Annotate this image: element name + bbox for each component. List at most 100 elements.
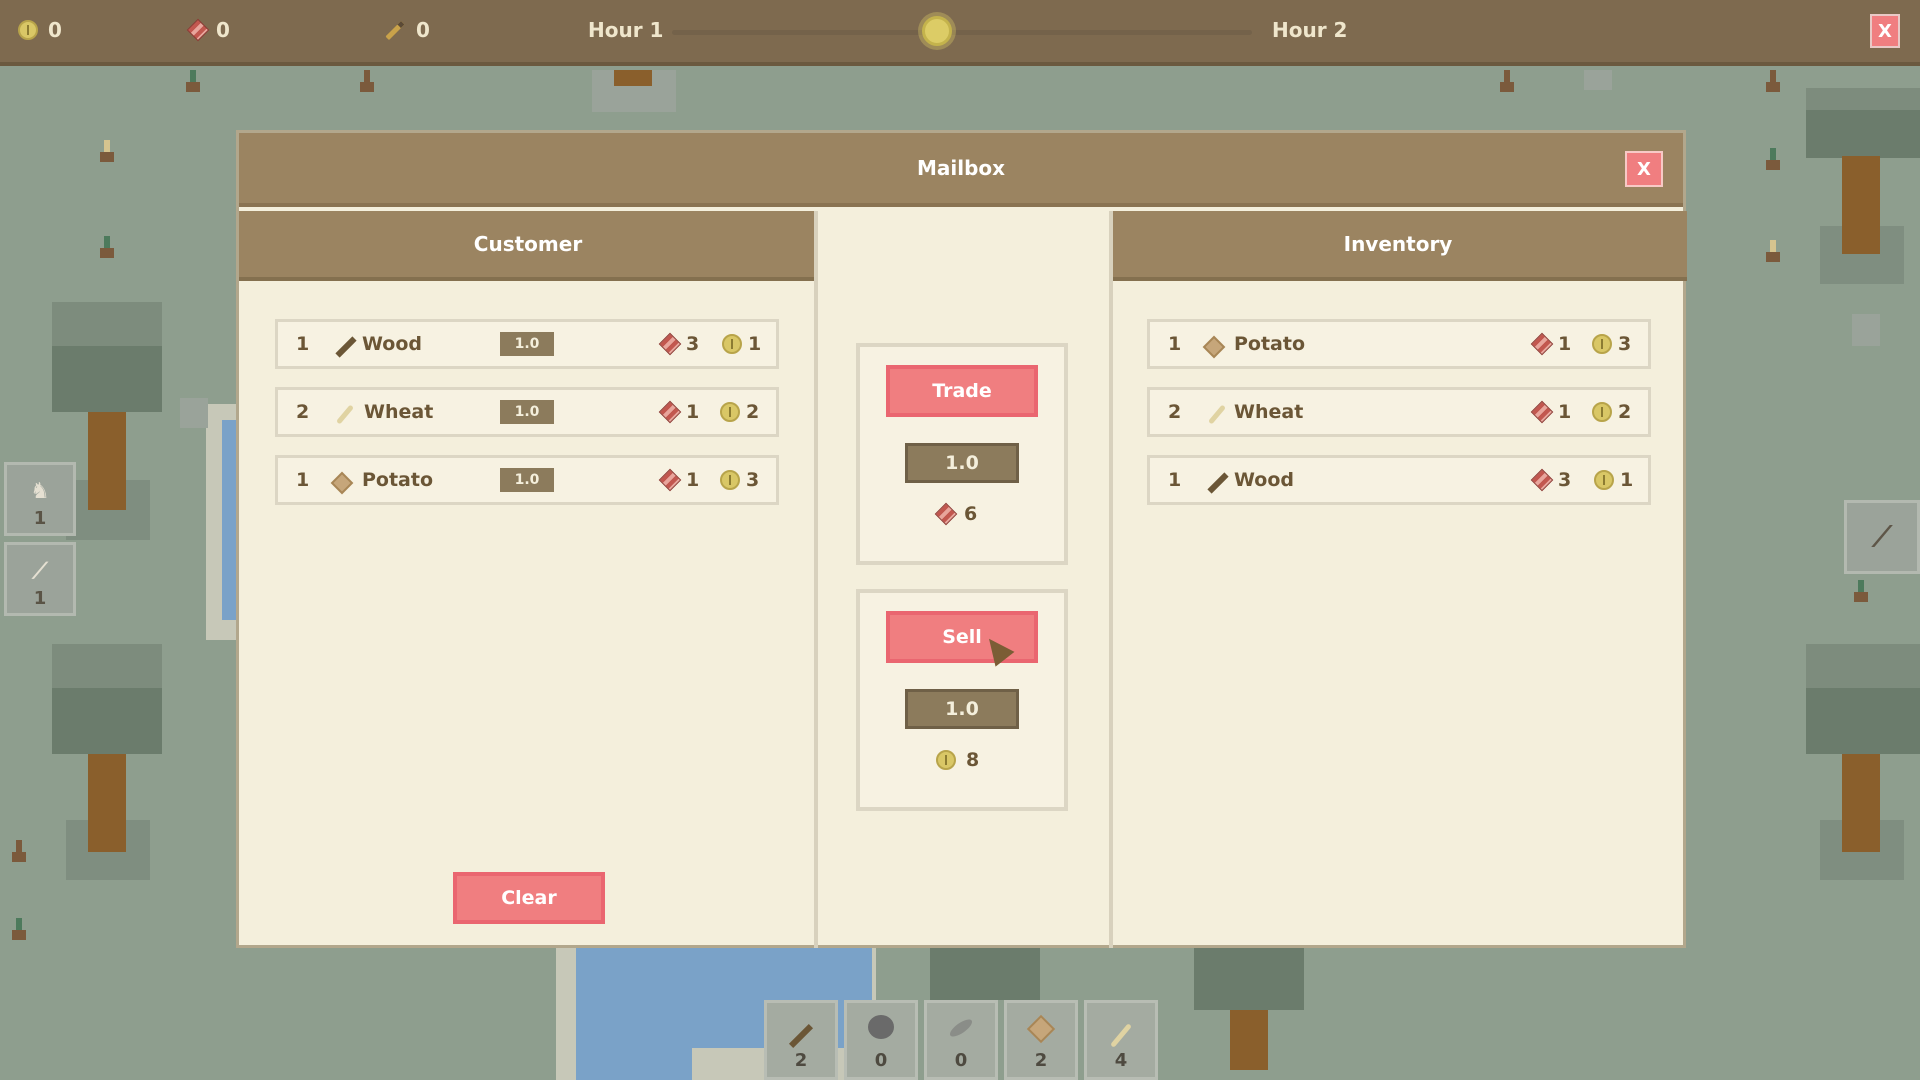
row-gem-value: 1	[1530, 400, 1572, 424]
row-gem-value: 3	[1530, 468, 1572, 492]
stone	[1584, 70, 1612, 90]
tree-crown	[1194, 948, 1304, 1010]
gem-icon	[1530, 468, 1554, 492]
side-slot-sickle[interactable]: ⟋	[1844, 500, 1920, 574]
inventory-header-label: Inventory	[1343, 232, 1453, 256]
gem-amount: 3	[686, 333, 700, 355]
mailbox-dialog: Mailbox X Customer Inventory 1 Wood 1.0 …	[236, 130, 1687, 948]
row-name: Wheat	[364, 401, 434, 423]
sell-total-coins: 8	[966, 749, 980, 771]
tool-count: 0	[416, 18, 430, 42]
pencil-icon	[385, 20, 405, 40]
row-name: Potato	[362, 469, 434, 491]
clear-label: Clear	[501, 887, 557, 909]
inventory-row-potato[interactable]: 1 Potato 1 3	[1147, 319, 1651, 369]
coin-count: 0	[48, 18, 62, 42]
gem-icon	[658, 332, 682, 356]
tool-counter: 0	[384, 18, 430, 42]
wood-icon	[335, 336, 357, 358]
hotbar-count: 0	[954, 1050, 968, 1071]
gem-counter: 0	[186, 18, 230, 42]
wheat-icon	[1110, 1023, 1132, 1048]
row-multiplier[interactable]: 1.0	[500, 400, 554, 424]
hotbar-count: 2	[1034, 1050, 1048, 1071]
inventory-row-wheat[interactable]: 2 Wheat 1 2	[1147, 387, 1651, 437]
gem-amount: 1	[686, 469, 700, 491]
gem-icon	[658, 400, 682, 424]
coin-amount: 2	[746, 401, 760, 423]
slot-count: 1	[33, 588, 47, 609]
row-qty: 1	[1168, 469, 1182, 491]
dialog-close-button[interactable]: X	[1625, 151, 1663, 187]
trade-total-gems: 6	[964, 503, 978, 525]
wheat-icon	[1208, 404, 1226, 425]
wheat-icon	[336, 404, 354, 425]
row-multiplier[interactable]: 1.0	[500, 332, 554, 356]
inventory-row-wood[interactable]: 1 Wood 3 1	[1147, 455, 1651, 505]
tree-crown	[1806, 688, 1920, 754]
wood-icon	[1207, 472, 1229, 494]
close-label: X	[1637, 158, 1651, 180]
coin-amount: 3	[746, 469, 760, 491]
hotbar-slot-wheat[interactable]: 4	[1084, 1000, 1158, 1080]
row-qty: 2	[1168, 401, 1182, 423]
tree-trunk	[1230, 1010, 1268, 1070]
row-coin-value: 1	[722, 333, 761, 355]
trade-multiplier-value: 1.0	[945, 452, 979, 474]
top-close-button[interactable]: X	[1870, 14, 1900, 48]
hotbar-slot-potato[interactable]: 2	[1004, 1000, 1078, 1080]
time-progress-track	[672, 30, 1252, 35]
row-coin-value: 3	[1592, 333, 1631, 355]
sell-multiplier-field[interactable]: 1.0	[905, 689, 1019, 729]
gem-amount: 1	[1558, 333, 1572, 355]
tree-trunk	[1842, 156, 1880, 254]
tree-trunk	[1842, 754, 1880, 852]
row-qty: 1	[1168, 333, 1182, 355]
trade-button[interactable]: Trade	[886, 365, 1038, 417]
wood-icon	[788, 1023, 814, 1049]
trade-multiplier-field[interactable]: 1.0	[905, 443, 1019, 483]
customer-row-wheat[interactable]: 2 Wheat 1.0 1 2	[275, 387, 779, 437]
customer-row-potato[interactable]: 1 Potato 1.0 1 3	[275, 455, 779, 505]
coin-icon	[722, 334, 742, 354]
customer-header-label: Customer	[473, 232, 583, 256]
sell-button[interactable]: Sell	[886, 611, 1038, 663]
hotbar-count: 4	[1114, 1050, 1128, 1071]
coin-icon	[1592, 334, 1612, 354]
inventory-header: Inventory	[1109, 211, 1687, 281]
stone	[1852, 314, 1880, 346]
crop-sprout	[1766, 148, 1780, 170]
tree-crown	[1806, 644, 1920, 690]
gem-count: 0	[216, 18, 230, 42]
row-coin-value: 1	[1594, 469, 1633, 491]
coin-counter: 0	[18, 18, 62, 42]
clear-button[interactable]: Clear	[453, 872, 605, 924]
stone	[180, 398, 208, 428]
gem-amount: 3	[1558, 469, 1572, 491]
column-divider	[814, 211, 818, 948]
side-slot-wheat[interactable]: ⟋ 1	[4, 542, 76, 616]
slot-count: 1	[33, 508, 47, 529]
gem-amount: 1	[1558, 401, 1572, 423]
sell-multiplier-value: 1.0	[945, 698, 979, 720]
potato-icon	[1026, 1014, 1056, 1044]
hotbar-slot-stone[interactable]: 0	[844, 1000, 918, 1080]
sun-icon	[922, 16, 952, 46]
tree-trunk	[88, 412, 126, 510]
trade-label: Trade	[932, 380, 992, 402]
side-slot-rabbit[interactable]: ♞ 1	[4, 462, 76, 536]
hour-end-label: Hour 2	[1272, 18, 1348, 42]
hotbar-slot-wood[interactable]: 2	[764, 1000, 838, 1080]
hotbar-count: 0	[874, 1050, 888, 1071]
row-gem-value: 1	[658, 400, 699, 424]
coin-amount: 3	[1618, 333, 1632, 355]
top-bar: 0 0 0 Hour 1 Hour 2 X	[0, 0, 1920, 66]
row-multiplier[interactable]: 1.0	[500, 468, 554, 492]
tree-crown	[52, 688, 162, 754]
row-coin-value: 2	[720, 401, 759, 423]
customer-row-wood[interactable]: 1 Wood 1.0 3 1	[275, 319, 779, 369]
crop-sprout	[100, 236, 114, 258]
hotbar-slot-fish[interactable]: 0	[924, 1000, 998, 1080]
gem-icon	[186, 18, 210, 42]
sell-label: Sell	[942, 626, 982, 648]
